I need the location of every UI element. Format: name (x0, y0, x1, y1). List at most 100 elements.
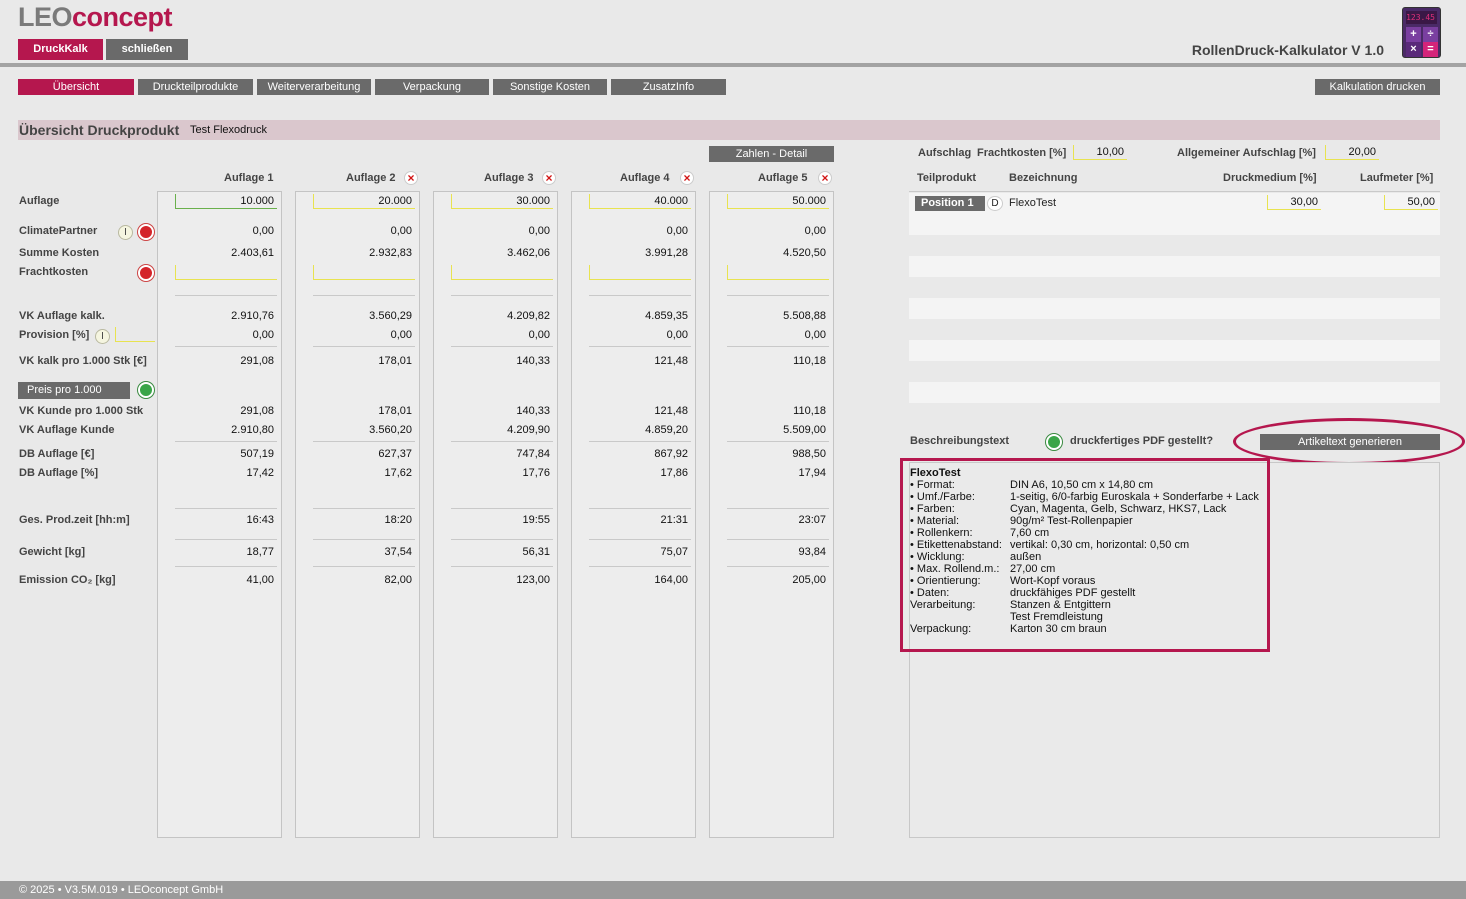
vk-kalk-4-value: 4.859,35 (645, 310, 688, 322)
auflage-5-input[interactable]: 50.000 (727, 194, 829, 209)
description-line-label: Verarbeitung: (910, 599, 976, 611)
description-line-value: Stanzen & Entgittern (1010, 599, 1111, 611)
tab-druckteilprodukte[interactable]: Druckteilprodukte (138, 79, 253, 95)
fracht-5-input[interactable] (727, 265, 829, 280)
remove-auflage-5-icon[interactable]: × (818, 171, 832, 185)
provision-4-value: 0,00 (666, 329, 688, 341)
fracht-2-input[interactable] (313, 265, 415, 280)
column-header-auflage-3: Auflage 3 (484, 172, 534, 184)
summe-1-value: 2.403,61 (231, 247, 274, 259)
auflage-3-value: 30.000 (516, 195, 550, 207)
fracht-3-input[interactable] (451, 265, 553, 280)
calculator-icon[interactable]: 123.45 + ÷ × = (1402, 7, 1441, 58)
beschreibungstext-label: Beschreibungstext (910, 435, 1010, 447)
divider (727, 539, 829, 540)
info-icon[interactable]: I (118, 225, 133, 240)
divider (589, 295, 691, 296)
auflage-4-input[interactable]: 40.000 (589, 194, 691, 209)
aufschlag-label: Aufschlag (918, 147, 972, 159)
description-line-label: • Max. Rollend.m.: (910, 563, 1000, 575)
auflage-1-value: 10.000 (240, 195, 274, 207)
info-icon[interactable]: I (95, 329, 110, 344)
vk-pro-5-value: 110,18 (793, 355, 826, 367)
divider (313, 346, 415, 347)
section-title: Übersicht Druckprodukt (19, 122, 180, 138)
auflage-1-input[interactable]: 10.000 (175, 194, 277, 209)
emission-5-value: 205,00 (792, 574, 826, 586)
summe-2-value: 2.932,83 (369, 247, 412, 259)
remove-auflage-3-icon[interactable]: × (542, 171, 556, 185)
auflage-3-input[interactable]: 30.000 (451, 194, 553, 209)
divider (589, 508, 691, 509)
tab-uebersicht[interactable]: Übersicht (18, 79, 134, 95)
label-auflage: Auflage (19, 195, 60, 207)
druckmedium-input[interactable]: 30,00 (1267, 195, 1321, 210)
description-line-value: außen (1010, 551, 1042, 563)
calc-plus-icon: + (1406, 27, 1421, 42)
remove-auflage-4-icon[interactable]: × (680, 171, 694, 185)
divider (175, 346, 277, 347)
allg-aufschlag-input[interactable]: 20,00 (1325, 145, 1379, 160)
calc-times-icon: × (1406, 42, 1421, 57)
auflage-4-value: 40.000 (654, 195, 688, 207)
vk-pro-1-value: 291,08 (240, 355, 274, 367)
vk-kunde-pro-4-value: 121,48 (654, 405, 688, 417)
auflage-2-input[interactable]: 20.000 (313, 194, 415, 209)
preis-refresh-icon[interactable] (138, 382, 154, 398)
header-divider (0, 63, 1466, 67)
frachtkosten-pct-label: Frachtkosten [%] (977, 147, 1067, 159)
description-line-label: • Farben: (910, 503, 955, 515)
tab-sonstige-kosten[interactable]: Sonstige Kosten (493, 79, 607, 95)
description-line-value: Karton 30 cm braun (1010, 623, 1107, 635)
header-teilprodukt: Teilprodukt (917, 172, 977, 184)
column-header-auflage-5: Auflage 5 (758, 172, 808, 184)
remove-auflage-2-icon[interactable]: × (404, 171, 418, 185)
druckkalk-button[interactable]: DruckKalk (18, 39, 103, 60)
pdf-status-icon[interactable] (1046, 434, 1062, 450)
frachtkosten-pct-input[interactable]: 10,00 (1073, 145, 1127, 160)
prodzeit-1-value: 16:43 (246, 514, 274, 526)
db-pct-5-value: 17,94 (798, 467, 826, 479)
provision-2-value: 0,00 (390, 329, 412, 341)
laufmeter-input[interactable]: 50,00 (1384, 195, 1438, 210)
divider (313, 566, 415, 567)
preis-pro-1000-button[interactable]: Preis pro 1.000 (18, 382, 130, 399)
db-eur-1-value: 507,19 (240, 448, 274, 460)
table-row (909, 340, 1440, 361)
tab-weiterverarbeitung[interactable]: Weiterverarbeitung (257, 79, 371, 95)
kalkulation-drucken-button[interactable]: Kalkulation drucken (1315, 79, 1440, 95)
provision-input[interactable] (115, 327, 155, 342)
calc-divide-icon: ÷ (1423, 27, 1438, 42)
fracht-refresh-icon[interactable] (138, 265, 154, 281)
description-line-value: 90g/m² Test-Rollenpapier (1010, 515, 1133, 527)
label-frachtkosten: Frachtkosten (19, 266, 89, 278)
header-laufmeter: Laufmeter [%] (1360, 172, 1434, 184)
divider (727, 346, 829, 347)
position-1-button[interactable]: Position 1 (915, 196, 985, 211)
schliessen-button[interactable]: schließen (106, 39, 188, 60)
allg-aufschlag-value: 20,00 (1348, 146, 1376, 158)
description-line-value: DIN A6, 10,50 cm x 14,80 cm (1010, 479, 1154, 491)
climate-4-value: 0,00 (666, 225, 688, 237)
logo-leo: LEO (18, 2, 73, 32)
divider (727, 508, 829, 509)
divider (589, 346, 691, 347)
description-line-label: • Material: (910, 515, 960, 527)
vk-pro-3-value: 140,33 (516, 355, 550, 367)
description-line-label: • Orientierung: (910, 575, 981, 587)
fracht-1-input[interactable] (175, 265, 277, 280)
climate-refresh-icon[interactable] (138, 224, 154, 240)
description-line-value: 1-seitig, 6/0-farbig Euroskala + Sonderf… (1010, 491, 1259, 503)
label-vk-kalk-pro-1000: VK kalk pro 1.000 Stk [€] (19, 355, 147, 367)
label-db-auflage-eur: DB Auflage [€] (19, 448, 95, 460)
zahlen-detail-button[interactable]: Zahlen - Detail (709, 146, 834, 162)
db-pct-1-value: 17,42 (246, 467, 274, 479)
tab-zusatzinfo[interactable]: ZusatzInfo (611, 79, 726, 95)
prodzeit-5-value: 23:07 (798, 514, 826, 526)
description-line-value: druckfähiges PDF gestellt (1010, 587, 1136, 599)
emission-3-value: 123,00 (516, 574, 550, 586)
fracht-4-input[interactable] (589, 265, 691, 280)
gewicht-4-value: 75,07 (660, 546, 688, 558)
tab-verpackung[interactable]: Verpackung (375, 79, 489, 95)
divider (451, 539, 553, 540)
